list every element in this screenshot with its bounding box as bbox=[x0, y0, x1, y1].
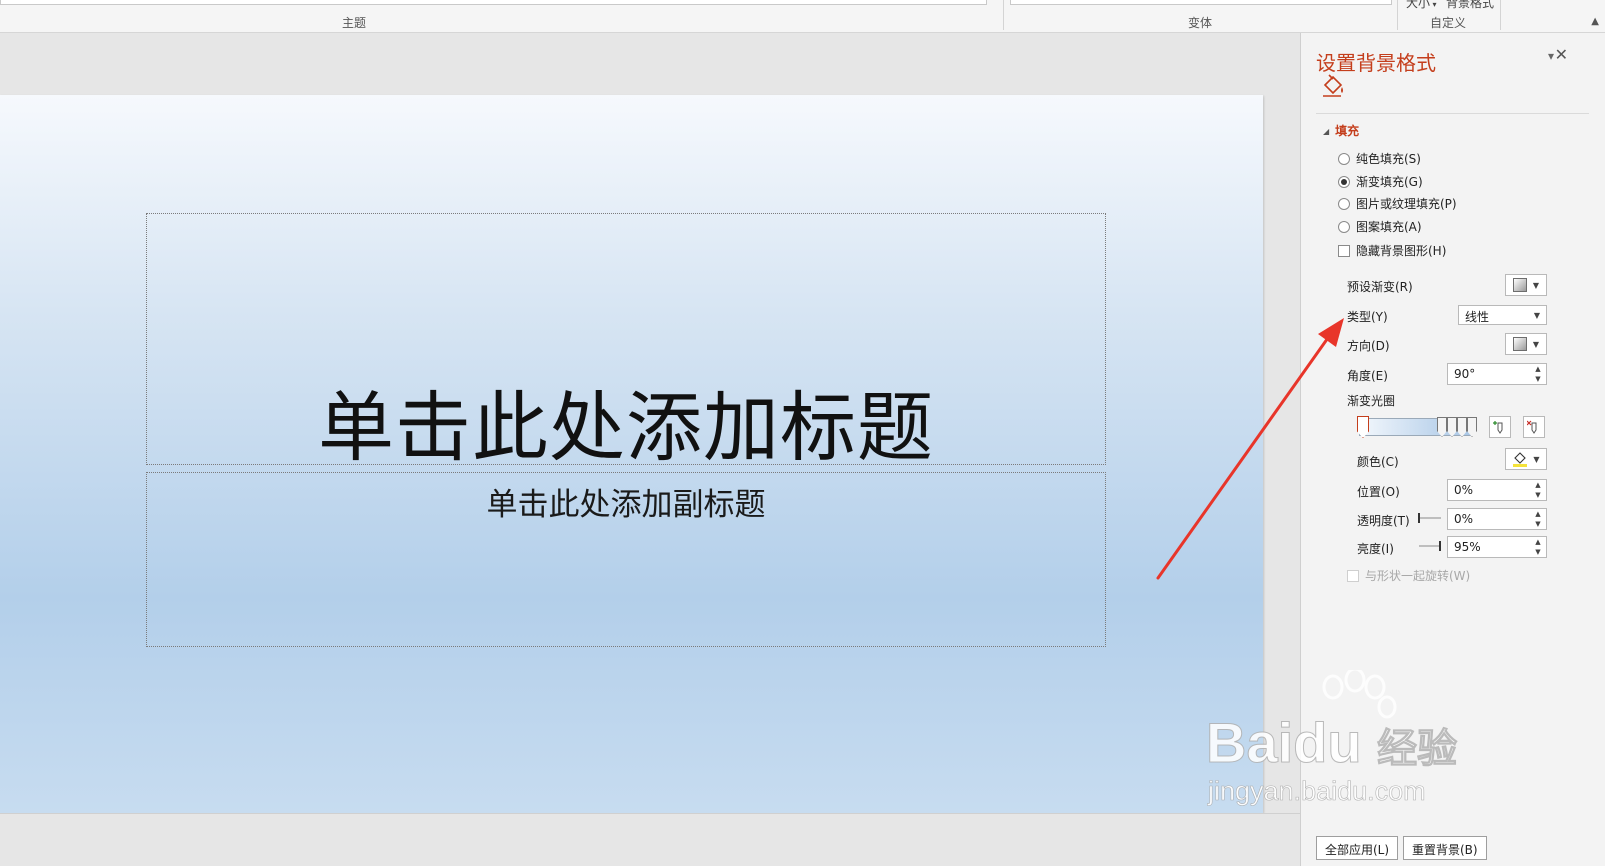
gradient-stops-label: 渐变光圈 bbox=[1347, 394, 1396, 408]
hide-background-graphics-option[interactable]: 隐藏背景图形(H) bbox=[1338, 242, 1446, 259]
pane-options-icon[interactable]: ▾ bbox=[1548, 49, 1554, 63]
direction-swatch-icon bbox=[1512, 337, 1527, 351]
group-separator bbox=[1397, 0, 1398, 30]
subtitle-placeholder[interactable]: 单击此处添加副标题 bbox=[146, 472, 1106, 647]
fill-color-icon bbox=[1513, 452, 1528, 467]
gradient-fill-label: 渐变填充(G) bbox=[1356, 175, 1423, 189]
reset-background-button[interactable]: 重置背景(B) bbox=[1403, 836, 1487, 860]
title-placeholder-text: 单击此处添加标题 bbox=[318, 383, 934, 472]
picture-fill-label: 图片或纹理填充(P) bbox=[1356, 197, 1457, 211]
pane-divider bbox=[1316, 113, 1589, 114]
hide-background-graphics-label: 隐藏背景图形(H) bbox=[1356, 244, 1447, 258]
transparency-label: 透明度(T) bbox=[1357, 514, 1410, 528]
fill-section-header[interactable]: ◢ 填充 bbox=[1323, 122, 1359, 139]
gradient-swatch-icon bbox=[1512, 278, 1527, 292]
group-separator bbox=[1003, 0, 1004, 30]
title-placeholder[interactable]: 单击此处添加标题 bbox=[146, 213, 1106, 472]
brightness-slider[interactable] bbox=[1417, 541, 1443, 551]
pattern-fill-label: 图案填充(A) bbox=[1356, 220, 1422, 234]
group-separator bbox=[1500, 0, 1501, 30]
notes-strip bbox=[0, 813, 1300, 866]
subtitle-placeholder-text: 单击此处添加副标题 bbox=[486, 487, 766, 523]
theme-gallery[interactable] bbox=[0, 0, 987, 5]
slide-size-label: 大小 bbox=[1406, 0, 1431, 10]
angle-value: 90° bbox=[1454, 367, 1476, 381]
variant-gallery[interactable] bbox=[1010, 0, 1392, 5]
slide-canvas[interactable]: 单击此处添加标题 单击此处添加副标题 bbox=[0, 95, 1263, 813]
brightness-label: 亮度(I) bbox=[1357, 542, 1394, 556]
chevron-down-icon: ▼ bbox=[1533, 454, 1540, 464]
angle-label: 角度(E) bbox=[1347, 369, 1388, 383]
position-spinner[interactable]: 0% ▲ ▼ bbox=[1447, 479, 1547, 501]
color-label: 颜色(C) bbox=[1357, 455, 1399, 469]
chevron-down-icon: ▼ bbox=[1532, 280, 1540, 290]
gradient-fill-option[interactable]: 渐变填充(G) bbox=[1338, 173, 1423, 190]
variant-group-label: 变体 bbox=[1188, 16, 1213, 30]
collapse-ribbon-icon[interactable]: ▲ bbox=[1591, 16, 1599, 27]
type-select[interactable]: 线性 ▼ bbox=[1458, 305, 1547, 325]
picture-fill-option[interactable]: 图片或纹理填充(P) bbox=[1338, 195, 1457, 212]
paint-bucket-icon[interactable] bbox=[1319, 73, 1347, 99]
format-background-pane: 设置背景格式 ▾ ✕ ◢ 填充 纯色填充(S) 渐变填充(G) 图片或纹理填充(P… bbox=[1300, 33, 1605, 866]
powerpoint-window: 主题 变体 大小 ▾ 背景格式 自定义 ▲ 单击此处添加标题 单击此处添加副标题… bbox=[0, 0, 1605, 866]
rotate-with-shape-label: 与形状一起旋转(W) bbox=[1365, 569, 1471, 583]
transparency-value: 0% bbox=[1454, 512, 1474, 526]
pattern-fill-radio[interactable] bbox=[1338, 220, 1350, 233]
add-gradient-stop-button[interactable] bbox=[1489, 416, 1511, 438]
chevron-down-icon: ▼ bbox=[1533, 311, 1540, 320]
pattern-fill-option[interactable]: 图案填充(A) bbox=[1338, 218, 1422, 235]
brightness-value: 95% bbox=[1454, 540, 1481, 554]
fill-section-label: 填充 bbox=[1335, 124, 1360, 138]
pane-title: 设置背景格式 bbox=[1316, 51, 1436, 75]
apply-to-all-button[interactable]: 全部应用(L) bbox=[1316, 836, 1399, 860]
picture-fill-radio[interactable] bbox=[1338, 197, 1350, 210]
position-label: 位置(O) bbox=[1357, 485, 1400, 499]
rotate-with-shape-option: 与形状一起旋转(W) bbox=[1347, 567, 1470, 584]
spin-arrows-icon[interactable]: ▲ ▼ bbox=[1533, 537, 1543, 557]
collapse-triangle-icon: ◢ bbox=[1323, 127, 1330, 136]
rotate-with-shape-checkbox bbox=[1347, 569, 1359, 582]
slide-size-button[interactable]: 大小 ▾ bbox=[1406, 0, 1437, 11]
remove-stop-icon bbox=[1527, 420, 1537, 434]
customize-group-label: 自定义 bbox=[1430, 16, 1467, 30]
solid-fill-label: 纯色填充(S) bbox=[1356, 152, 1421, 166]
ribbon: 主题 变体 大小 ▾ 背景格式 自定义 ▲ bbox=[0, 0, 1605, 33]
transparency-spinner[interactable]: 0% ▲ ▼ bbox=[1447, 508, 1547, 530]
slide-editing-area: 单击此处添加标题 单击此处添加副标题 bbox=[0, 33, 1300, 813]
type-value: 线性 bbox=[1465, 310, 1490, 324]
color-picker-button[interactable]: ▼ bbox=[1505, 448, 1547, 470]
close-icon[interactable]: ✕ bbox=[1555, 45, 1568, 64]
spin-arrows-icon[interactable]: ▲ ▼ bbox=[1533, 509, 1543, 529]
preset-gradient-label: 预设渐变(R) bbox=[1347, 280, 1413, 294]
angle-spinner[interactable]: 90° ▲ ▼ bbox=[1447, 363, 1547, 385]
direction-dropdown[interactable]: ▼ bbox=[1505, 333, 1547, 355]
add-stop-icon bbox=[1493, 421, 1503, 434]
format-background-button[interactable]: 背景格式 bbox=[1446, 0, 1494, 11]
position-value: 0% bbox=[1454, 483, 1474, 497]
type-label: 类型(Y) bbox=[1347, 310, 1388, 324]
chevron-down-icon: ▼ bbox=[1532, 339, 1540, 349]
remove-gradient-stop-button[interactable] bbox=[1523, 416, 1545, 438]
chevron-down-icon: ▾ bbox=[1430, 0, 1437, 9]
preset-gradient-dropdown[interactable]: ▼ bbox=[1505, 274, 1547, 296]
brightness-spinner[interactable]: 95% ▲ ▼ bbox=[1447, 536, 1547, 558]
hide-background-graphics-checkbox[interactable] bbox=[1338, 244, 1350, 257]
spin-arrows-icon[interactable]: ▲ ▼ bbox=[1533, 480, 1543, 500]
gradient-fill-radio[interactable] bbox=[1338, 175, 1350, 188]
direction-label: 方向(D) bbox=[1347, 339, 1390, 353]
solid-fill-radio[interactable] bbox=[1338, 152, 1350, 165]
transparency-slider[interactable] bbox=[1417, 513, 1443, 523]
theme-group-label: 主题 bbox=[342, 16, 367, 30]
solid-fill-option[interactable]: 纯色填充(S) bbox=[1338, 150, 1421, 167]
spin-arrows-icon[interactable]: ▲ ▼ bbox=[1533, 364, 1543, 384]
